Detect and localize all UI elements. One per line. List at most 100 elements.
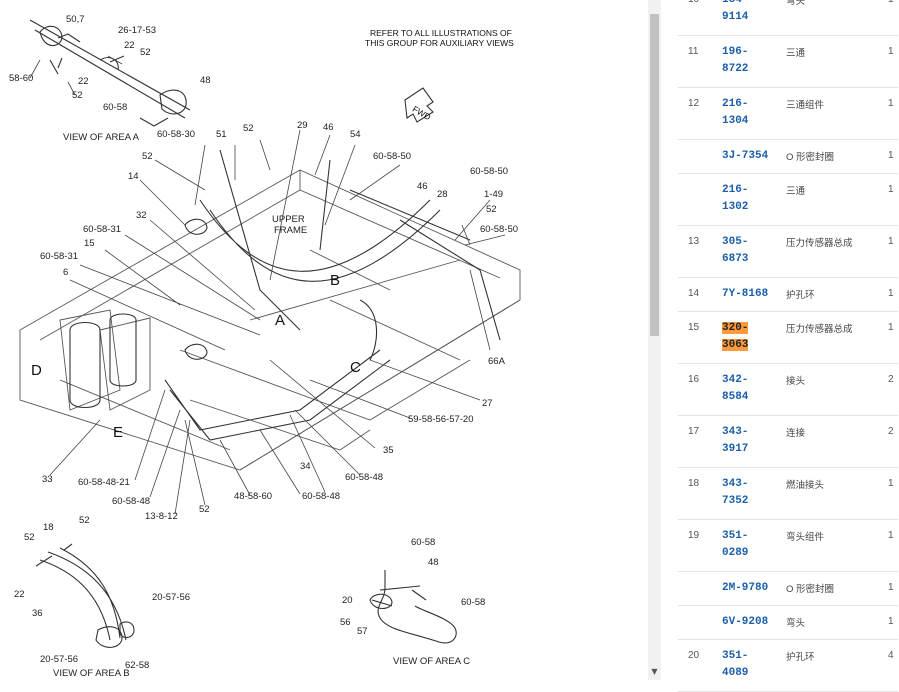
part-number-link[interactable]: 7Y-8168 — [722, 286, 782, 303]
part-number-segment[interactable]: 184- — [722, 0, 748, 6]
quantity: 1 — [888, 0, 894, 5]
callout: 26-17-53 — [118, 25, 156, 36]
part-number-link[interactable]: 2M-9780 — [722, 580, 782, 597]
quantity: 1 — [888, 288, 894, 299]
callout: 52 — [24, 532, 35, 543]
parts-row: 216- 1302 三通 1 — [678, 174, 898, 226]
item-number: 16 — [688, 374, 700, 385]
callout: 60-58-30 — [157, 129, 195, 140]
part-number-segment[interactable]: 343- — [722, 426, 748, 438]
callout: 66A — [488, 356, 506, 367]
callout: 60-58-48-21 — [78, 477, 130, 488]
quantity: 1 — [888, 236, 894, 247]
part-number-link[interactable]: 196- 8722 — [722, 44, 782, 78]
callout: 28 — [437, 189, 448, 200]
part-number-segment[interactable]: 305- — [722, 236, 748, 248]
callout: 35 — [383, 445, 394, 456]
area-letter-a: A — [275, 312, 285, 329]
part-number-link[interactable]: 216- 1304 — [722, 96, 782, 130]
view-b-drawing — [35, 543, 135, 648]
diagram-labels: REFER TO ALL ILLUSTRATIONS OF THIS GROUP… — [9, 14, 518, 679]
part-number-link[interactable]: 6V-9208 — [722, 614, 782, 631]
part-number-link[interactable]: 3J-7354 — [722, 148, 782, 165]
part-number-segment[interactable]: 351- — [722, 530, 748, 542]
diagram-scrollbar[interactable]: ▼ — [648, 0, 661, 680]
part-name: 三通组件 — [786, 100, 825, 111]
part-number-link[interactable]: 343- 7352 — [722, 476, 782, 510]
quantity: 2 — [888, 374, 894, 385]
part-number-segment[interactable]: 8584 — [722, 391, 748, 403]
part-number-segment[interactable]: 342- — [722, 374, 748, 386]
callout: 60-58-48 — [302, 491, 340, 502]
callout: 22 — [124, 40, 135, 51]
callout: 20-57-56 — [152, 592, 190, 603]
part-name: 连接 — [786, 428, 806, 439]
callout: 52 — [72, 90, 83, 101]
callout: 60-58 — [461, 597, 485, 608]
parts-row: 17 343- 3917 连接 2 — [678, 416, 898, 468]
area-letter-c: C — [350, 359, 361, 376]
item-number: 15 — [688, 322, 700, 333]
part-number-segment[interactable]: 7352 — [722, 495, 748, 507]
part-number-segment[interactable]: 0289 — [722, 547, 748, 559]
quantity: 1 — [888, 184, 894, 195]
part-number-segment[interactable]: 9114 — [722, 11, 748, 23]
quantity: 2 — [888, 426, 894, 437]
part-number-segment[interactable]: 2M-9780 — [722, 582, 768, 594]
quantity: 1 — [888, 478, 894, 489]
part-number-segment[interactable]: 3J-7354 — [722, 150, 768, 162]
part-name: 燃油接头 — [786, 480, 825, 491]
callout: 13-8-12 — [145, 511, 178, 522]
part-name: 接头 — [786, 376, 806, 387]
parts-row: 14 7Y-8168 护孔环 1 — [678, 278, 898, 312]
part-number-segment[interactable]: 3063 — [722, 339, 749, 351]
part-number-link[interactable]: 184- 9114 — [722, 0, 782, 26]
part-number-segment[interactable]: 6873 — [722, 253, 748, 265]
area-letter-e: E — [113, 424, 123, 441]
part-number-segment[interactable]: 3917 — [722, 443, 748, 455]
callout: 51 — [216, 129, 227, 140]
part-number-link[interactable]: 342- 8584 — [722, 372, 782, 406]
quantity: 1 — [888, 582, 894, 593]
part-number-link[interactable]: 216- 1302 — [722, 182, 782, 216]
callout: 15 — [84, 238, 95, 249]
callout: 1-49 — [484, 189, 503, 200]
part-number-segment[interactable]: 351- — [722, 650, 748, 662]
part-name: 压力传感器总成 — [786, 238, 853, 249]
callout: 60-58-48 — [345, 472, 383, 483]
part-number-segment[interactable]: 4089 — [722, 667, 748, 679]
callout: 59-58-56-57-20 — [408, 414, 474, 425]
area-letter-d: D — [31, 362, 42, 379]
item-number: 10 — [688, 0, 699, 5]
parts-row: 16 342- 8584 接头 2 — [678, 364, 898, 416]
part-number-segment[interactable]: 343- — [722, 478, 748, 490]
part-number-segment[interactable]: 320- — [722, 322, 749, 334]
part-number-link[interactable]: 343- 3917 — [722, 424, 782, 458]
callout: 58-60 — [9, 73, 33, 84]
callout: 46 — [417, 181, 428, 192]
scroll-down-arrow-icon[interactable]: ▼ — [648, 666, 661, 678]
part-number-segment[interactable]: 8722 — [722, 63, 748, 75]
part-name: O 形密封圈 — [786, 584, 835, 595]
part-number-segment[interactable]: 1302 — [722, 201, 748, 213]
part-number-link[interactable]: 305- 6873 — [722, 234, 782, 268]
part-number-segment[interactable]: 7Y-8168 — [722, 288, 768, 300]
callout: 36 — [32, 608, 43, 619]
callout: 62-58 — [125, 660, 149, 671]
part-number-segment[interactable]: 216- — [722, 98, 748, 110]
parts-row: 15 320- 3063 压力传感器总成 1 — [678, 312, 898, 364]
part-number-segment[interactable]: 216- — [722, 184, 748, 196]
item-number: 11 — [688, 46, 699, 57]
part-number-link[interactable]: 351- 4089 — [722, 648, 782, 682]
callout: 60-58-31 — [40, 251, 78, 262]
upper-frame-label-2: FRAME — [274, 225, 307, 236]
part-number-segment[interactable]: 196- — [722, 46, 748, 58]
part-number-segment[interactable]: 1304 — [722, 115, 748, 127]
item-number: 17 — [688, 426, 700, 437]
parts-diagram: REFER TO ALL ILLUSTRATIONS OF THIS GROUP… — [0, 0, 648, 680]
scrollbar-thumb[interactable] — [650, 14, 659, 336]
part-number-link[interactable]: 320- 3063 — [722, 320, 782, 354]
part-number-link[interactable]: 351- 0289 — [722, 528, 782, 562]
part-number-segment[interactable]: 6V-9208 — [722, 616, 768, 628]
part-name: 护孔环 — [786, 652, 815, 663]
